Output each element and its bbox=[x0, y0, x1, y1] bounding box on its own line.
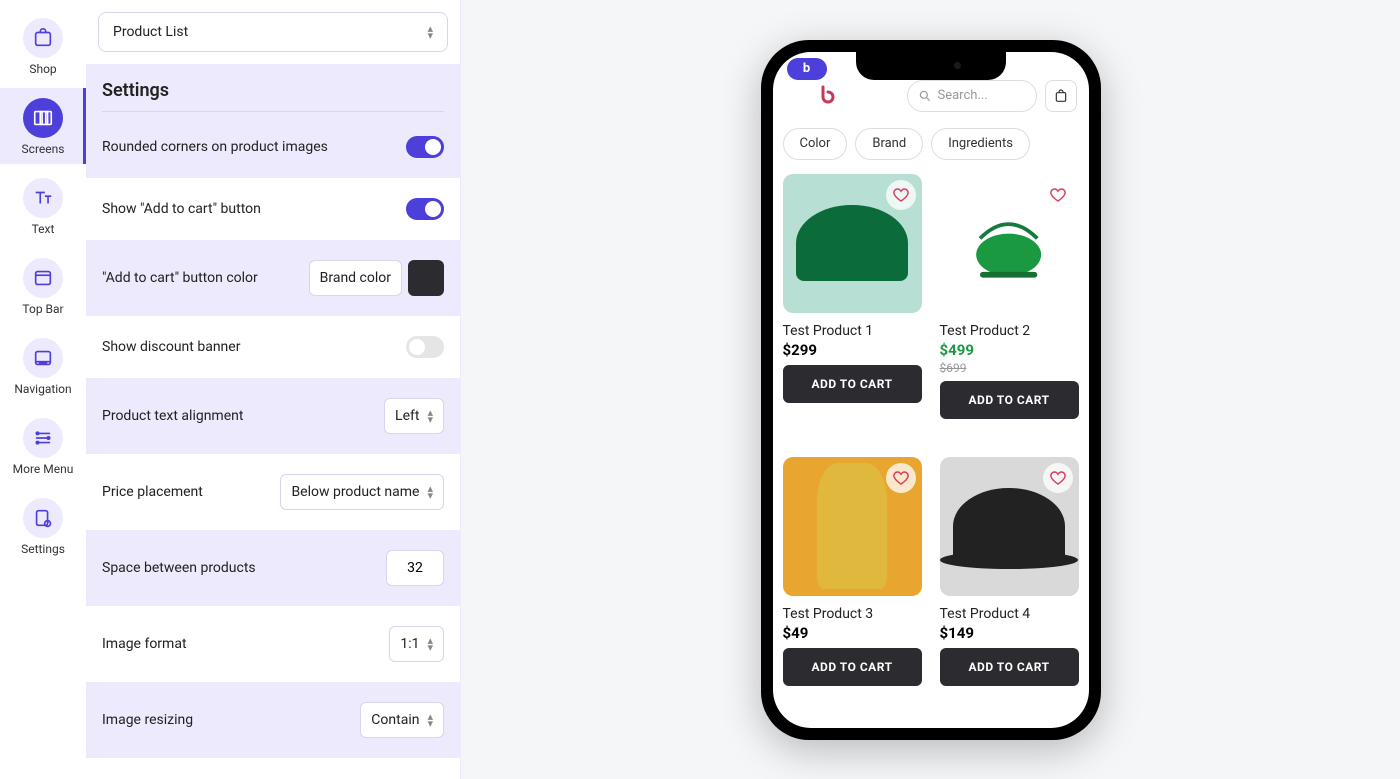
image-format-select[interactable]: 1:1 ▴▾ bbox=[389, 626, 444, 662]
sidebar-item-screens[interactable]: Screens bbox=[0, 88, 86, 164]
text-align-select[interactable]: Left ▴▾ bbox=[384, 398, 444, 434]
discount-banner-toggle[interactable] bbox=[406, 336, 444, 358]
text-icon bbox=[23, 178, 63, 218]
sidebar-item-navigation[interactable]: Navigation bbox=[0, 328, 86, 404]
settings-heading: Settings bbox=[102, 80, 444, 112]
show-atc-toggle[interactable] bbox=[406, 198, 444, 220]
add-to-cart-button[interactable]: ADD TO CART bbox=[783, 648, 922, 686]
sidebar-item-topbar[interactable]: Top Bar bbox=[0, 248, 86, 324]
topbar-icon bbox=[23, 258, 63, 298]
product-card[interactable]: Test Product 3 $49 ADD TO CART bbox=[783, 457, 922, 704]
image-resizing-select[interactable]: Contain ▴▾ bbox=[360, 702, 444, 738]
product-name: Test Product 3 bbox=[783, 606, 922, 622]
search-input[interactable]: Search... bbox=[907, 80, 1037, 112]
row-label: Price placement bbox=[102, 484, 203, 500]
product-price: $499 bbox=[940, 341, 1079, 359]
sidebar: Shop Screens Text Top Bar Navigation Mor… bbox=[0, 0, 86, 779]
favorite-button[interactable] bbox=[886, 180, 916, 210]
product-card[interactable]: Test Product 2 $499 $699 ADD TO CART bbox=[940, 174, 1079, 437]
row-label: Show "Add to cart" button bbox=[102, 201, 261, 217]
product-image bbox=[783, 174, 922, 313]
heart-icon bbox=[892, 186, 910, 204]
sidebar-item-label: Shop bbox=[29, 62, 56, 76]
product-price: $49 bbox=[783, 624, 922, 642]
sidebar-item-text[interactable]: Text bbox=[0, 168, 86, 244]
settings-panel: Product List ▴▾ Settings Rounded corners… bbox=[86, 0, 461, 779]
add-to-cart-button[interactable]: ADD TO CART bbox=[940, 648, 1079, 686]
atc-color-swatch[interactable] bbox=[408, 260, 444, 296]
product-price: $149 bbox=[940, 624, 1079, 642]
moremenu-icon bbox=[23, 418, 63, 458]
sidebar-item-label: Settings bbox=[21, 542, 65, 556]
heart-icon bbox=[892, 469, 910, 487]
product-old-price: $699 bbox=[940, 361, 1079, 375]
heart-icon bbox=[1049, 469, 1067, 487]
filter-chip-brand[interactable]: Brand bbox=[855, 128, 923, 160]
add-to-cart-button[interactable]: ADD TO CART bbox=[940, 381, 1079, 419]
shop-icon bbox=[23, 18, 63, 58]
row-label: "Add to cart" button color bbox=[102, 270, 258, 286]
product-image bbox=[940, 457, 1079, 596]
sidebar-item-label: Navigation bbox=[14, 382, 71, 396]
screens-icon bbox=[23, 98, 63, 138]
space-between-input[interactable] bbox=[386, 550, 444, 586]
add-to-cart-button[interactable]: ADD TO CART bbox=[783, 365, 922, 403]
product-card[interactable]: Test Product 4 $149 ADD TO CART bbox=[940, 457, 1079, 704]
screen-select-value: Product List bbox=[113, 24, 188, 40]
filter-chip-color[interactable]: Color bbox=[783, 128, 848, 160]
row-label: Show discount banner bbox=[102, 339, 240, 355]
product-name: Test Product 4 bbox=[940, 606, 1079, 622]
app-logo-icon bbox=[813, 84, 837, 108]
sidebar-item-shop[interactable]: Shop bbox=[0, 8, 86, 84]
chevron-updown-icon: ▴▾ bbox=[427, 25, 433, 39]
chevron-updown-icon: ▴▾ bbox=[427, 637, 433, 651]
search-icon bbox=[918, 89, 932, 103]
sidebar-item-label: Screens bbox=[22, 142, 65, 156]
atc-color-select[interactable]: Brand color bbox=[309, 260, 402, 296]
preview-canvas: b Search... Color Brand Ingredients bbox=[461, 0, 1400, 779]
chevron-updown-icon: ▴▾ bbox=[427, 409, 433, 423]
search-placeholder: Search... bbox=[938, 88, 988, 103]
screen-select[interactable]: Product List ▴▾ bbox=[98, 12, 448, 52]
row-label: Product text alignment bbox=[102, 408, 243, 424]
product-image bbox=[783, 457, 922, 596]
phone-frame: b Search... Color Brand Ingredients bbox=[761, 40, 1101, 740]
navigation-icon bbox=[23, 338, 63, 378]
favorite-button[interactable] bbox=[1043, 463, 1073, 493]
row-label: Space between products bbox=[102, 560, 256, 576]
chevron-updown-icon: ▴▾ bbox=[427, 713, 433, 727]
product-grid: Test Product 1 $299 ADD TO CART Test Pro… bbox=[773, 174, 1089, 724]
sidebar-item-moremenu[interactable]: More Menu bbox=[0, 408, 86, 484]
favorite-button[interactable] bbox=[1043, 180, 1073, 210]
cart-button[interactable] bbox=[1045, 80, 1077, 112]
product-price: $299 bbox=[783, 341, 922, 359]
product-card[interactable]: Test Product 1 $299 ADD TO CART bbox=[783, 174, 922, 437]
row-label: Rounded corners on product images bbox=[102, 139, 328, 155]
sidebar-item-settings[interactable]: Settings bbox=[0, 488, 86, 564]
product-name: Test Product 2 bbox=[940, 323, 1079, 339]
filter-row: Color Brand Ingredients bbox=[773, 118, 1089, 174]
product-name: Test Product 1 bbox=[783, 323, 922, 339]
filter-chip-ingredients[interactable]: Ingredients bbox=[931, 128, 1030, 160]
phone-notch bbox=[856, 52, 1006, 80]
rounded-corners-toggle[interactable] bbox=[406, 136, 444, 158]
bag-icon bbox=[1053, 88, 1069, 104]
sidebar-item-label: Text bbox=[32, 222, 55, 236]
row-label: Image format bbox=[102, 636, 187, 652]
sidebar-item-label: Top Bar bbox=[22, 302, 63, 316]
heart-icon bbox=[1049, 186, 1067, 204]
chevron-updown-icon: ▴▾ bbox=[427, 485, 433, 499]
product-image bbox=[940, 174, 1079, 313]
price-placement-select[interactable]: Below product name ▴▾ bbox=[280, 474, 444, 510]
row-label: Image resizing bbox=[102, 712, 193, 728]
settings-icon bbox=[23, 498, 63, 538]
brand-badge: b bbox=[787, 58, 827, 80]
favorite-button[interactable] bbox=[886, 463, 916, 493]
sidebar-item-label: More Menu bbox=[13, 462, 74, 476]
